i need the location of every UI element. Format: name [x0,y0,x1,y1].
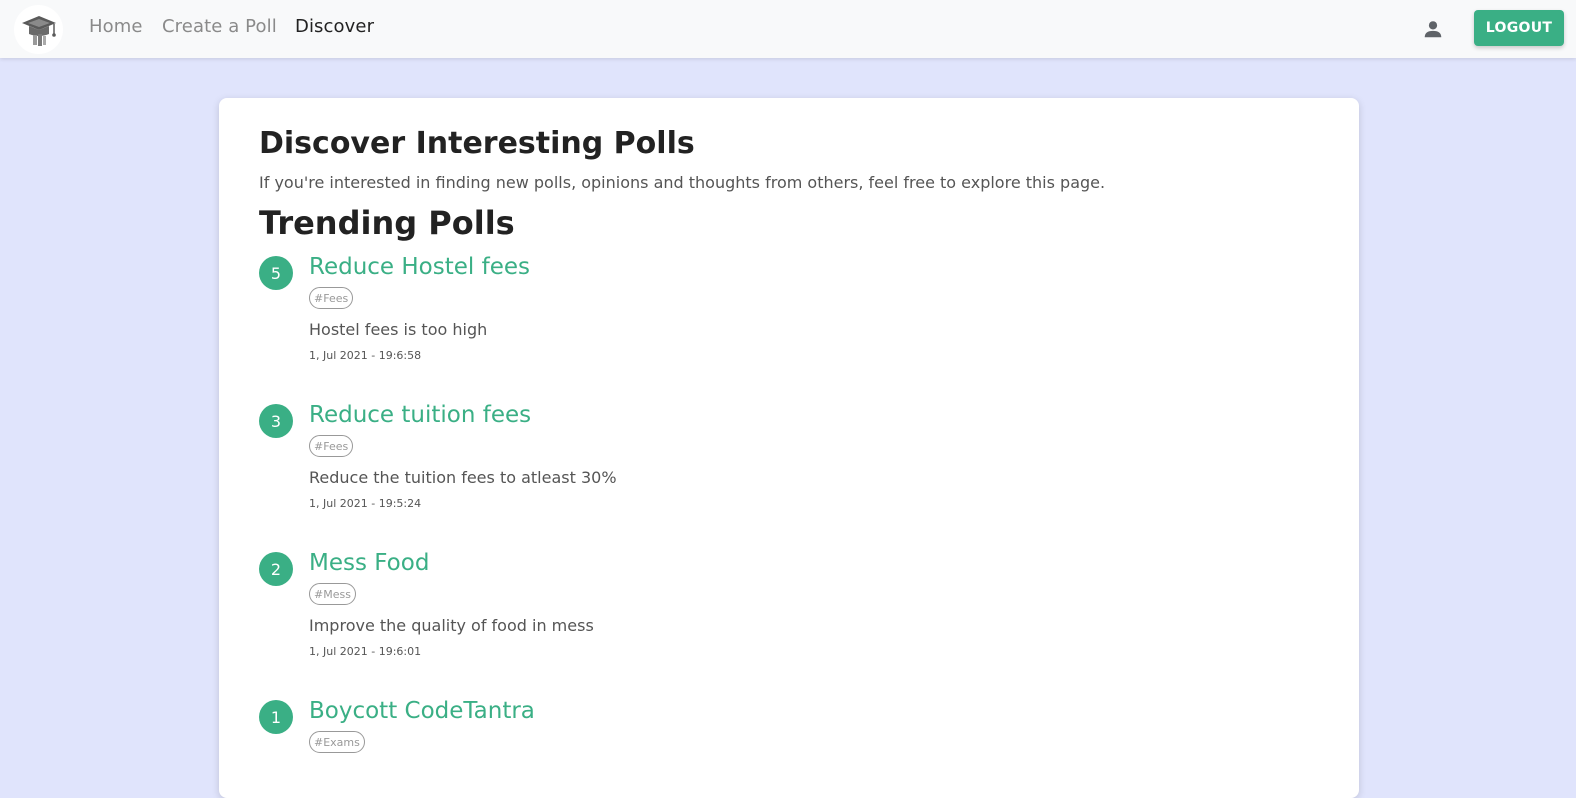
top-navbar: Home Create a Poll Discover LOGOUT [0,0,1576,58]
page-description: If you're interested in finding new poll… [259,173,1106,192]
nav-link-create-poll[interactable]: Create a Poll [162,16,277,37]
vote-count-badge: 3 [259,404,293,438]
poll-title-link[interactable]: Mess Food [309,550,429,576]
graduation-cap-logo-icon[interactable] [14,5,63,54]
poll-tag[interactable]: #Exams [309,731,365,753]
vote-count-badge: 5 [259,256,293,290]
nav-link-home[interactable]: Home [89,16,143,37]
discover-card: Discover Interesting Polls If you're int… [219,98,1359,798]
poll-title-link[interactable]: Reduce tuition fees [309,402,531,428]
poll-description: Reduce the tuition fees to atleast 30% [309,468,617,487]
poll-date: 1, Jul 2021 - 19:6:58 [309,349,422,362]
poll-tag[interactable]: #Mess [309,583,356,605]
vote-count-badge: 2 [259,552,293,586]
poll-description: Improve the quality of food in mess [309,616,594,635]
page-title: Discover Interesting Polls [259,126,695,161]
section-title-trending: Trending Polls [259,204,515,242]
vote-count-badge: 1 [259,700,293,734]
poll-tag[interactable]: #Fees [309,435,354,457]
poll-date: 1, Jul 2021 - 19:5:24 [309,497,422,510]
logout-button[interactable]: LOGOUT [1474,10,1564,46]
poll-title-link[interactable]: Reduce Hostel fees [309,254,530,280]
user-icon[interactable] [1422,18,1444,40]
nav-link-discover[interactable]: Discover [295,16,374,37]
poll-date: 1, Jul 2021 - 19:6:01 [309,645,422,658]
poll-tag[interactable]: #Fees [309,287,354,309]
poll-description: Hostel fees is too high [309,320,488,339]
poll-title-link[interactable]: Boycott CodeTantra [309,698,535,724]
